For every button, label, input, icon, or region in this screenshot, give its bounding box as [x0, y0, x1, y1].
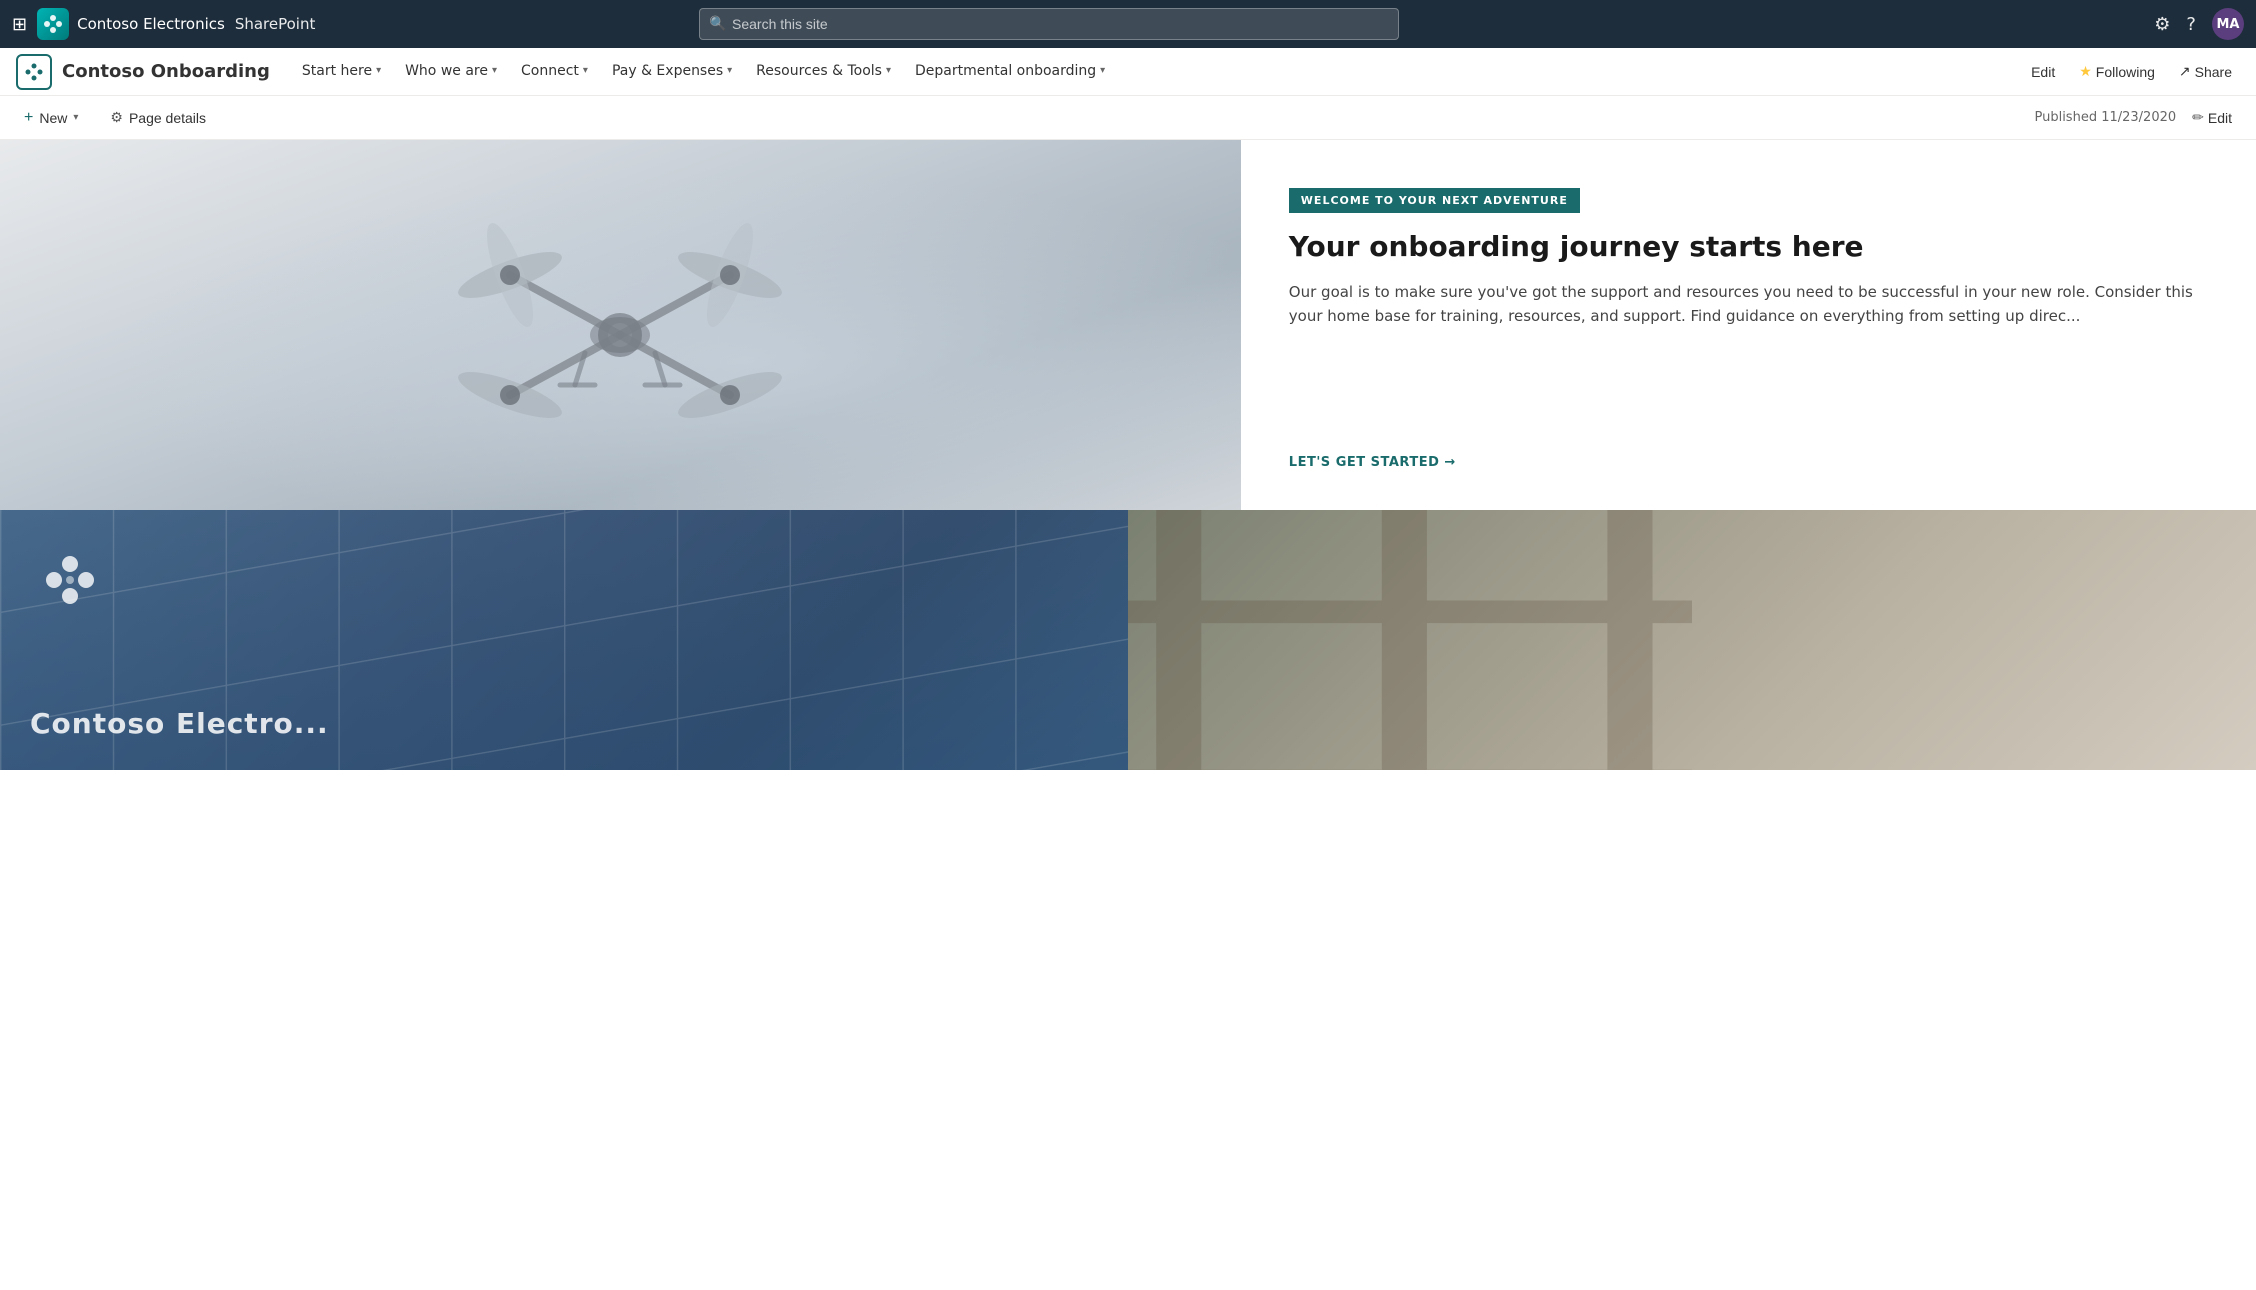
page-details-button[interactable]: ⚙ Page details — [102, 105, 214, 130]
nav-label-start-here: Start here — [302, 63, 372, 79]
building-image: Contoso Electro... — [0, 510, 1128, 770]
chevron-down-icon: ▾ — [492, 65, 497, 76]
nav-item-departmental[interactable]: Departmental onboarding ▾ — [903, 48, 1117, 96]
avatar[interactable]: MA — [2212, 8, 2244, 40]
hero-title: Your onboarding journey starts here — [1289, 229, 2208, 264]
hero-text-panel: WELCOME TO YOUR NEXT ADVENTURE Your onbo… — [1241, 140, 2256, 510]
search-bar-container: 🔍 — [699, 8, 1399, 40]
nav-item-who-we-are[interactable]: Who we are ▾ — [393, 48, 509, 96]
search-icon: 🔍 — [709, 16, 726, 32]
site-logo-shape — [16, 54, 52, 90]
chevron-down-icon: ▾ — [1100, 65, 1105, 76]
person-image — [1128, 510, 2256, 770]
page-toolbar: + New ▾ ⚙ Page details Published 11/23/2… — [0, 96, 2256, 140]
following-label: Following — [2096, 64, 2155, 80]
chevron-down-icon: ▾ — [583, 65, 588, 76]
site-navigation: Contoso Onboarding Start here ▾ Who we a… — [0, 48, 2256, 96]
hero-cta-link[interactable]: LET'S GET STARTED → — [1289, 455, 2208, 470]
hero-image — [0, 140, 1241, 510]
welcome-badge: WELCOME TO YOUR NEXT ADVENTURE — [1289, 188, 1580, 213]
company-name-label: Contoso Electronics — [77, 15, 225, 33]
new-label: New — [39, 110, 67, 126]
nav-item-start-here[interactable]: Start here ▾ — [290, 48, 393, 96]
nav-actions: Edit ★ Following ↗ Share — [2023, 59, 2240, 84]
top-navigation-bar: ⊞ Contoso Electronics SharePoint 🔍 ⚙ ? M… — [0, 0, 2256, 48]
nav-label-pay-expenses: Pay & Expenses — [612, 63, 723, 79]
hero-description: Our goal is to make sure you've got the … — [1289, 280, 2208, 328]
hero-section: WELCOME TO YOUR NEXT ADVENTURE Your onbo… — [0, 140, 2256, 510]
help-icon[interactable]: ? — [2186, 14, 2196, 35]
nav-item-resources-tools[interactable]: Resources & Tools ▾ — [744, 48, 903, 96]
building-logo — [40, 550, 100, 614]
toolbar-right: Published 11/23/2020 ✏ Edit — [2034, 105, 2240, 130]
nav-item-connect[interactable]: Connect ▾ — [509, 48, 600, 96]
chevron-down-icon: ▾ — [73, 112, 78, 123]
site-title: Contoso Onboarding — [62, 61, 270, 82]
gear-icon: ⚙ — [110, 109, 123, 126]
edit-page-button[interactable]: ✏ Edit — [2184, 105, 2240, 130]
top-bar-left: ⊞ Contoso Electronics SharePoint — [12, 8, 315, 40]
nav-label-departmental: Departmental onboarding — [915, 63, 1096, 79]
settings-icon[interactable]: ⚙ — [2154, 14, 2170, 35]
bottom-images-section: Contoso Electro... — [0, 510, 2256, 770]
chevron-down-icon: ▾ — [886, 65, 891, 76]
nav-items-container: Start here ▾ Who we are ▾ Connect ▾ Pay … — [290, 48, 2023, 96]
star-icon: ★ — [2079, 63, 2092, 80]
following-button[interactable]: ★ Following — [2071, 59, 2163, 84]
search-input[interactable] — [699, 8, 1399, 40]
published-status: Published 11/23/2020 — [2034, 110, 2176, 125]
company-logo[interactable]: Contoso Electronics — [37, 8, 225, 40]
nav-item-pay-expenses[interactable]: Pay & Expenses ▾ — [600, 48, 744, 96]
nav-label-connect: Connect — [521, 63, 579, 79]
drone-illustration — [0, 140, 1241, 510]
edit-label: Edit — [2031, 64, 2055, 80]
waffle-menu-icon[interactable]: ⊞ — [12, 14, 27, 35]
toolbar-left: + New ▾ ⚙ Page details — [16, 105, 214, 131]
plus-icon: + — [24, 109, 33, 127]
share-button[interactable]: ↗ Share — [2171, 59, 2240, 84]
chevron-down-icon: ▾ — [376, 65, 381, 76]
new-button[interactable]: + New ▾ — [16, 105, 86, 131]
building-company-name: Contoso Electro... — [30, 707, 329, 740]
page-details-label: Page details — [129, 110, 206, 126]
share-icon: ↗ — [2179, 63, 2191, 80]
nav-label-who-we-are: Who we are — [405, 63, 488, 79]
nav-label-resources-tools: Resources & Tools — [756, 63, 882, 79]
app-name-label: SharePoint — [235, 15, 316, 33]
edit-button[interactable]: Edit — [2023, 60, 2063, 84]
share-label: Share — [2195, 64, 2232, 80]
chevron-down-icon: ▾ — [727, 65, 732, 76]
top-bar-right: ⚙ ? MA — [2154, 8, 2244, 40]
company-logo-shape — [37, 8, 69, 40]
pencil-icon: ✏ — [2192, 109, 2204, 126]
site-logo[interactable]: Contoso Onboarding — [16, 54, 270, 90]
edit-page-label: Edit — [2208, 110, 2232, 126]
